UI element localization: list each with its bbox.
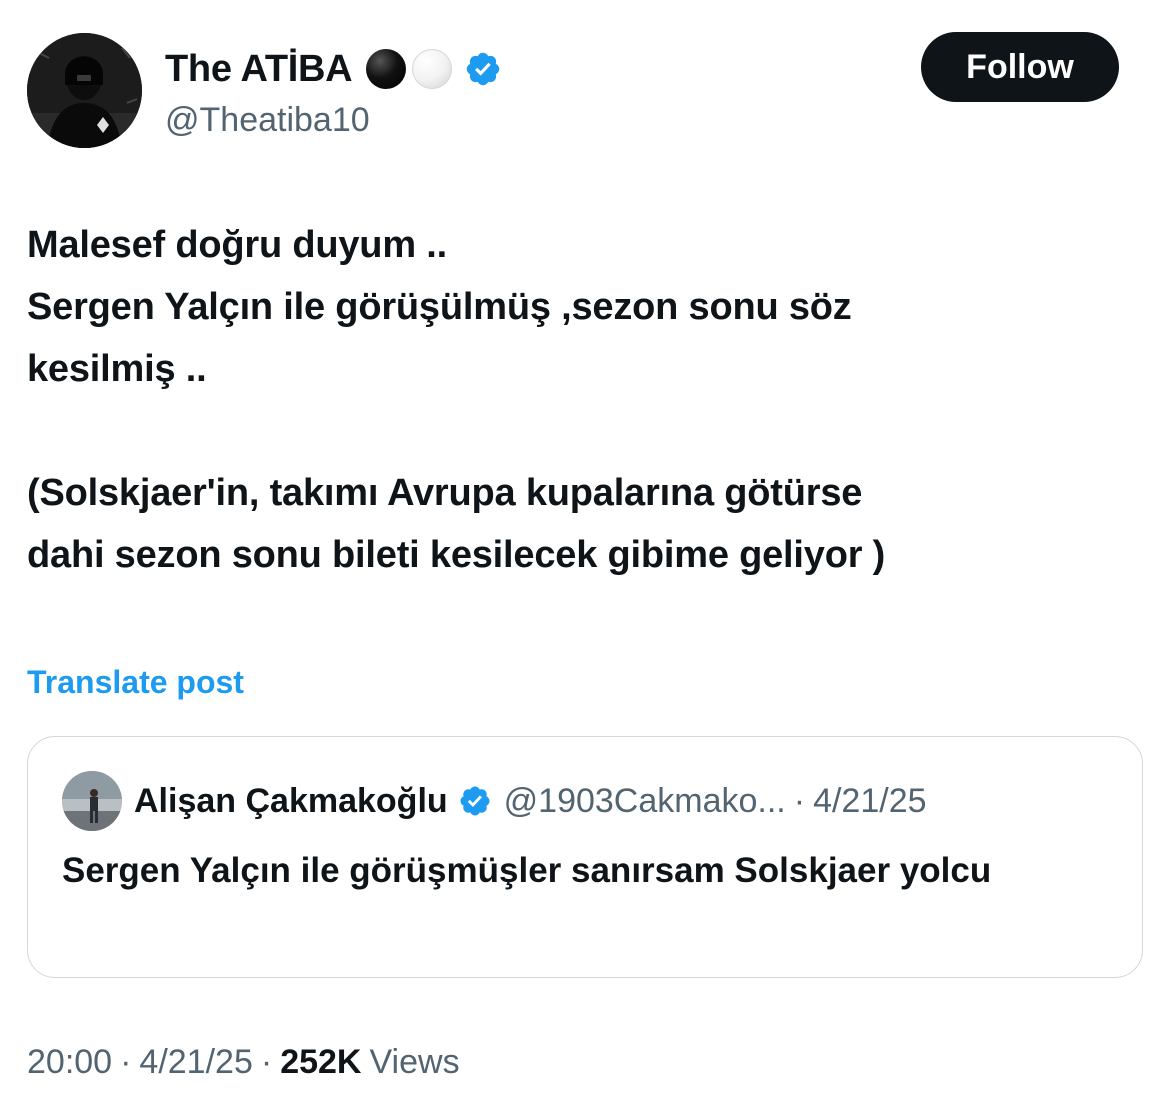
quoted-author-handle[interactable]: @1903Cakmako...: [504, 782, 786, 821]
views-label: Views: [369, 1043, 460, 1081]
tweet-header: The ATİBA @Theatiba10 Follow: [27, 32, 1143, 151]
verified-badge-icon[interactable]: [464, 50, 502, 88]
meta-separator-dot: ·: [120, 1043, 132, 1081]
quoted-author-name[interactable]: Alişan Çakmakoğlu: [134, 782, 448, 821]
author-names: The ATİBA @Theatiba10: [165, 43, 502, 140]
meta-separator-dot: ·: [260, 1043, 273, 1081]
tweet-body-text: Malesef doğru duyum .. Sergen Yalçın ile…: [27, 224, 886, 576]
quoted-post-header: Alişan Çakmakoğlu @1903Cakmako... · 4/21…: [134, 775, 927, 827]
author-avatar[interactable]: [27, 33, 142, 148]
quoted-separator-dot: ·: [793, 781, 806, 820]
translate-post-link[interactable]: Translate post: [27, 664, 244, 701]
tweet-metadata: 20:00 · 4/21/25 · 252K Views: [27, 1043, 460, 1082]
post-date[interactable]: 4/21/25: [139, 1043, 252, 1082]
quoted-verified-badge-icon: [458, 784, 492, 818]
quoted-author-avatar[interactable]: [62, 771, 122, 831]
follow-button[interactable]: Follow: [921, 32, 1119, 102]
display-name-row: The ATİBA: [165, 43, 502, 95]
quoted-post-date[interactable]: 4/21/25: [813, 782, 926, 821]
views-count[interactable]: 252K: [280, 1043, 361, 1082]
author-handle[interactable]: @Theatiba10: [165, 101, 502, 140]
white-circle-emoji: [412, 49, 453, 89]
quoted-post-card[interactable]: Alişan Çakmakoğlu @1903Cakmako... · 4/21…: [27, 736, 1143, 978]
black-circle-emoji: [366, 49, 407, 89]
quoted-post-text: Sergen Yalçın ile görüşmüşler sanırsam S…: [62, 851, 992, 890]
post-time[interactable]: 20:00: [27, 1043, 112, 1082]
author-display-name[interactable]: The ATİBA: [165, 48, 353, 91]
